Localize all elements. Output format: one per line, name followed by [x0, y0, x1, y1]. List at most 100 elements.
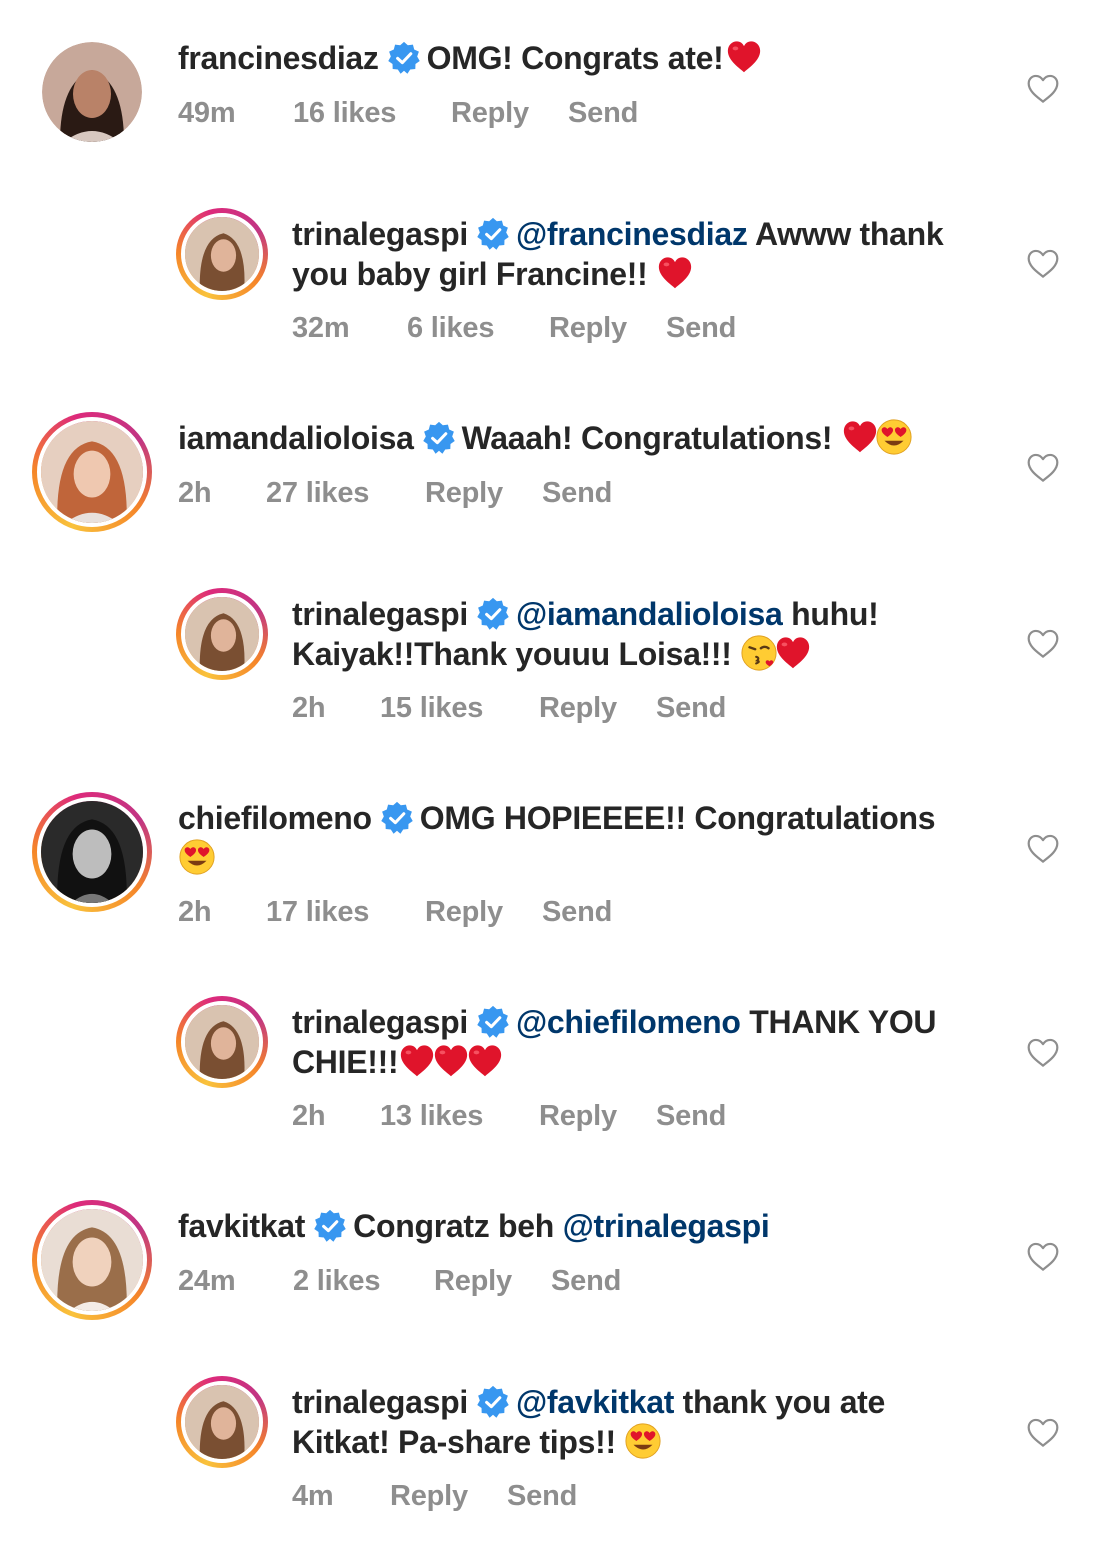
- comment-body: OMG HOPIEEEE!! Congratulations: [419, 800, 936, 836]
- comment-text: trinalegaspi @favkitkat thank you ate: [292, 1382, 885, 1422]
- verified-badge-icon: [313, 1209, 347, 1243]
- avatar[interactable]: [176, 996, 268, 1088]
- heart-outline-icon[interactable]: [1026, 452, 1060, 484]
- username[interactable]: trinalegaspi: [292, 596, 468, 632]
- comment-time: 2h: [178, 896, 212, 928]
- username[interactable]: trinalegaspi: [292, 1384, 468, 1420]
- username[interactable]: trinalegaspi: [292, 216, 468, 252]
- comment-meta: 24m 2 likes Reply Send: [178, 1265, 621, 1298]
- likes-count[interactable]: 6 likes: [407, 312, 549, 345]
- red-heart-emoji-icon: [656, 254, 694, 292]
- avatar[interactable]: [176, 208, 268, 300]
- comment-meta: 4m Reply Send: [292, 1480, 577, 1513]
- username[interactable]: trinalegaspi: [292, 1004, 468, 1040]
- reply-button[interactable]: Reply: [390, 1480, 507, 1513]
- comment-text-line2: Kitkat! Pa-share tips!!: [292, 1422, 885, 1462]
- send-button[interactable]: Send: [542, 477, 612, 510]
- likes-count[interactable]: 13 likes: [380, 1100, 539, 1133]
- comment-body: Congratz beh: [353, 1208, 554, 1244]
- heart-outline-icon[interactable]: [1026, 1417, 1060, 1449]
- comment-meta: 2h 17 likes Reply Send: [178, 896, 612, 929]
- likes-count[interactable]: 27 likes: [266, 477, 425, 510]
- comment-time: 24m: [178, 1265, 236, 1297]
- comment-body: CHIE!!!: [292, 1044, 399, 1080]
- username[interactable]: iamandalioloisa: [178, 420, 414, 456]
- avatar[interactable]: [176, 588, 268, 680]
- mention-link[interactable]: @iamandalioloisa: [516, 596, 783, 632]
- username[interactable]: chiefilomeno: [178, 800, 372, 836]
- comment-meta: 2h 27 likes Reply Send: [178, 477, 612, 510]
- avatar-photo: [185, 1005, 259, 1079]
- comment-text-line2: [178, 838, 935, 878]
- mention-link[interactable]: @chiefilomeno: [516, 1004, 741, 1040]
- username[interactable]: francinesdiaz: [178, 40, 379, 76]
- send-button[interactable]: Send: [542, 896, 612, 929]
- heart-outline-icon[interactable]: [1026, 1037, 1060, 1069]
- avatar[interactable]: [32, 412, 152, 532]
- heart-outline-icon[interactable]: [1026, 628, 1060, 660]
- heart-eyes-emoji-icon: [624, 1422, 662, 1460]
- reply-button[interactable]: Reply: [425, 477, 542, 510]
- verified-badge-icon: [387, 41, 421, 75]
- send-button[interactable]: Send: [666, 312, 736, 345]
- comment-text: trinalegaspi @chiefilomeno THANK YOU: [292, 1002, 937, 1042]
- heart-outline-icon[interactable]: [1026, 1241, 1060, 1273]
- red-heart-emoji-icon: [774, 634, 812, 672]
- avatar-photo: [185, 1385, 259, 1459]
- mention-link[interactable]: @favkitkat: [516, 1384, 674, 1420]
- reply-button[interactable]: Reply: [434, 1265, 551, 1298]
- send-button[interactable]: Send: [551, 1265, 621, 1298]
- send-button[interactable]: Send: [656, 1100, 726, 1133]
- comment-text-line2: Kaiyak!!Thank youuu Loisa!!!: [292, 634, 878, 674]
- heart-outline-icon[interactable]: [1026, 248, 1060, 280]
- comment-time: 2h: [178, 477, 212, 509]
- send-button[interactable]: Send: [568, 97, 638, 130]
- likes-count[interactable]: 15 likes: [380, 692, 539, 725]
- reply-button[interactable]: Reply: [539, 1100, 656, 1133]
- comment-body: Kitkat! Pa-share tips!!: [292, 1424, 616, 1460]
- comment-text: trinalegaspi @iamandalioloisa huhu!: [292, 594, 879, 634]
- avatar[interactable]: [176, 1376, 268, 1468]
- heart-outline-icon[interactable]: [1026, 73, 1060, 105]
- reply-button[interactable]: Reply: [425, 896, 542, 929]
- comment-body: you baby girl Francine!!: [292, 256, 648, 292]
- send-button[interactable]: Send: [507, 1480, 577, 1513]
- kissing-face-emoji-icon: [740, 634, 778, 672]
- comment-text: favkitkat Congratz beh @trinalegaspi: [178, 1206, 770, 1246]
- send-button[interactable]: Send: [656, 692, 726, 725]
- comment-time: 2h: [292, 692, 326, 724]
- mention-link[interactable]: @trinalegaspi: [563, 1208, 770, 1244]
- red-heart-emoji-icon: [725, 38, 763, 76]
- likes-count[interactable]: 16 likes: [293, 97, 451, 130]
- verified-badge-icon: [476, 597, 510, 631]
- avatar-photo: [41, 1209, 143, 1311]
- comment-time: 49m: [178, 97, 236, 129]
- verified-badge-icon: [476, 1385, 510, 1419]
- comment-meta: 2h 13 likes Reply Send: [292, 1100, 726, 1133]
- comment-text-line2: CHIE!!!: [292, 1042, 936, 1082]
- mention-link[interactable]: @francinesdiaz: [516, 216, 748, 252]
- avatar[interactable]: [32, 792, 152, 912]
- reply-button[interactable]: Reply: [549, 312, 666, 345]
- avatar[interactable]: [42, 42, 142, 142]
- red-heart-emoji-icon: [432, 1042, 470, 1080]
- avatar-photo: [185, 217, 259, 291]
- likes-count[interactable]: 17 likes: [266, 896, 425, 929]
- heart-outline-icon[interactable]: [1026, 833, 1060, 865]
- verified-badge-icon: [476, 1005, 510, 1039]
- verified-badge-icon: [422, 421, 456, 455]
- comment-meta: 32m 6 likes Reply Send: [292, 312, 736, 345]
- red-heart-emoji-icon: [398, 1042, 436, 1080]
- comment-text: trinalegaspi @francinesdiaz Awww thank: [292, 214, 944, 254]
- likes-count[interactable]: 2 likes: [293, 1265, 434, 1298]
- comment-body: Awww thank: [754, 216, 944, 252]
- comment-body: thank you ate: [682, 1384, 886, 1420]
- verified-badge-icon: [476, 217, 510, 251]
- username[interactable]: favkitkat: [178, 1208, 305, 1244]
- comment-text-line2: you baby girl Francine!!: [292, 254, 943, 294]
- comment-body: Waaah! Congratulations!: [461, 420, 833, 456]
- reply-button[interactable]: Reply: [451, 97, 568, 130]
- reply-button[interactable]: Reply: [539, 692, 656, 725]
- avatar[interactable]: [32, 1200, 152, 1320]
- avatar-photo: [41, 801, 143, 903]
